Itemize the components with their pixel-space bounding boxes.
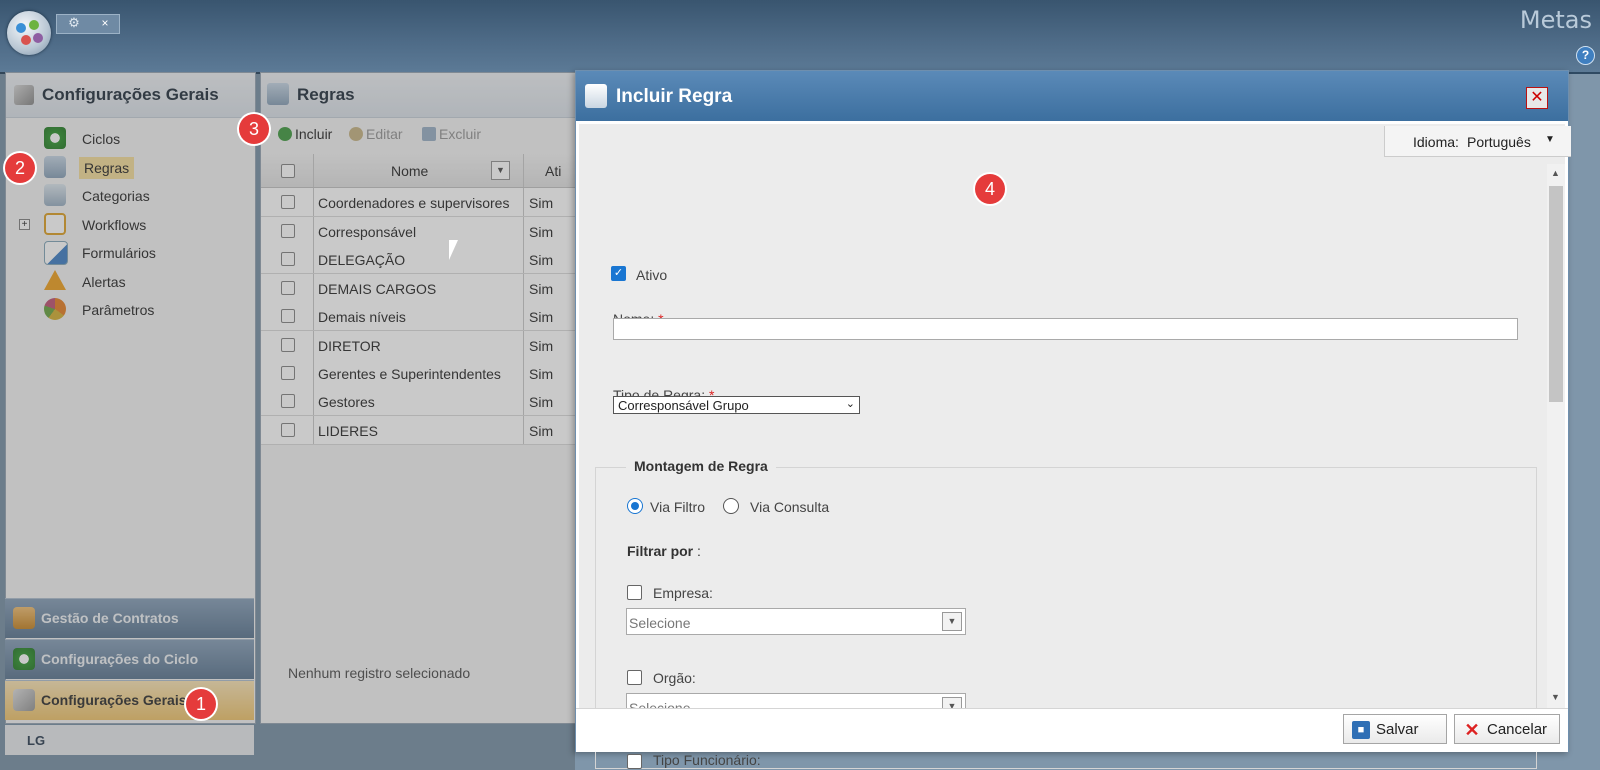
empresa-placeholder: Selecione (629, 615, 691, 631)
annotation-badge-4: 4 (975, 174, 1005, 204)
user-rule-icon (585, 84, 607, 108)
incluir-regra-dialog: Incluir Regra ✕ Idioma: Português ▼ ▲ ▼ … (575, 70, 1571, 769)
ativo-label: Ativo (636, 267, 668, 283)
app-title: Metas (1519, 6, 1592, 34)
annotation-badge-1: 1 (186, 689, 216, 719)
cancelar-button[interactable]: ✕ Cancelar (1454, 714, 1560, 744)
empresa-select[interactable]: Selecione ▼ (626, 608, 966, 635)
salvar-button[interactable]: ■ Salvar (1343, 714, 1447, 744)
empresa-checkbox[interactable] (627, 585, 642, 600)
montagem-regra-legend: Montagem de Regra (626, 458, 776, 474)
app-menu-orb-icon[interactable] (7, 11, 51, 55)
orgao-label: Orgão: (653, 670, 696, 686)
scroll-down-icon[interactable]: ▼ (1551, 692, 1560, 702)
chevron-down-icon: ⌄ (845, 398, 855, 410)
scroll-up-icon[interactable]: ▲ (1551, 168, 1560, 178)
nome-input[interactable] (613, 318, 1518, 340)
language-value: Português (1467, 134, 1531, 150)
empresa-label: Empresa: (653, 585, 713, 601)
via-filtro-radio[interactable] (627, 498, 643, 514)
wrench-icon[interactable]: ⚙ (64, 14, 84, 32)
tipo-regra-select[interactable]: Corresponsável Grupo ⌄ (613, 396, 860, 414)
chevron-down-icon: ▼ (1545, 134, 1555, 145)
annotation-badge-2: 2 (5, 153, 35, 183)
dialog-header: Incluir Regra ✕ (576, 71, 1568, 121)
salvar-label: Salvar (1376, 721, 1419, 738)
app-header: ⚙ × Metas ? (0, 0, 1600, 74)
via-filtro-label: Via Filtro (650, 499, 705, 515)
via-consulta-label: Via Consulta (750, 499, 830, 515)
dialog-footer: ■ Salvar ✕ Cancelar (576, 708, 1568, 752)
tipo-regra-value: Corresponsável Grupo (618, 398, 749, 413)
via-consulta-radio[interactable] (723, 498, 739, 514)
scrollbar-thumb[interactable] (1549, 186, 1563, 402)
mouse-cursor-icon (449, 240, 458, 260)
dialog-close-button[interactable]: ✕ (1526, 87, 1548, 109)
language-label: Idioma: (1413, 134, 1459, 150)
annotation-badge-3: 3 (239, 114, 269, 144)
filtrar-por-label: Filtrar por : (627, 543, 701, 559)
dialog-body: Idioma: Português ▼ ▲ ▼ ✓ Ativo Nome: * … (579, 124, 1571, 769)
tipo-funcionario-label: Tipo Funcionário: (653, 752, 761, 768)
save-icon: ■ (1352, 721, 1370, 739)
orgao-checkbox[interactable] (627, 670, 642, 685)
cancelar-label: Cancelar (1487, 721, 1548, 738)
ativo-checkbox[interactable]: ✓ (611, 266, 626, 281)
help-icon[interactable]: ? (1576, 46, 1595, 65)
dialog-title: Incluir Regra (616, 86, 733, 107)
chevron-down-icon: ▼ (942, 612, 962, 631)
cancel-x-icon: ✕ (1464, 720, 1480, 740)
tab-close-button[interactable]: × (98, 14, 112, 32)
dialog-scrollbar[interactable]: ▲ ▼ (1547, 164, 1565, 708)
language-selector[interactable]: Idioma: Português ▼ (1384, 126, 1571, 157)
modal-overlay (0, 72, 575, 770)
tipo-funcionario-checkbox[interactable] (627, 754, 642, 769)
